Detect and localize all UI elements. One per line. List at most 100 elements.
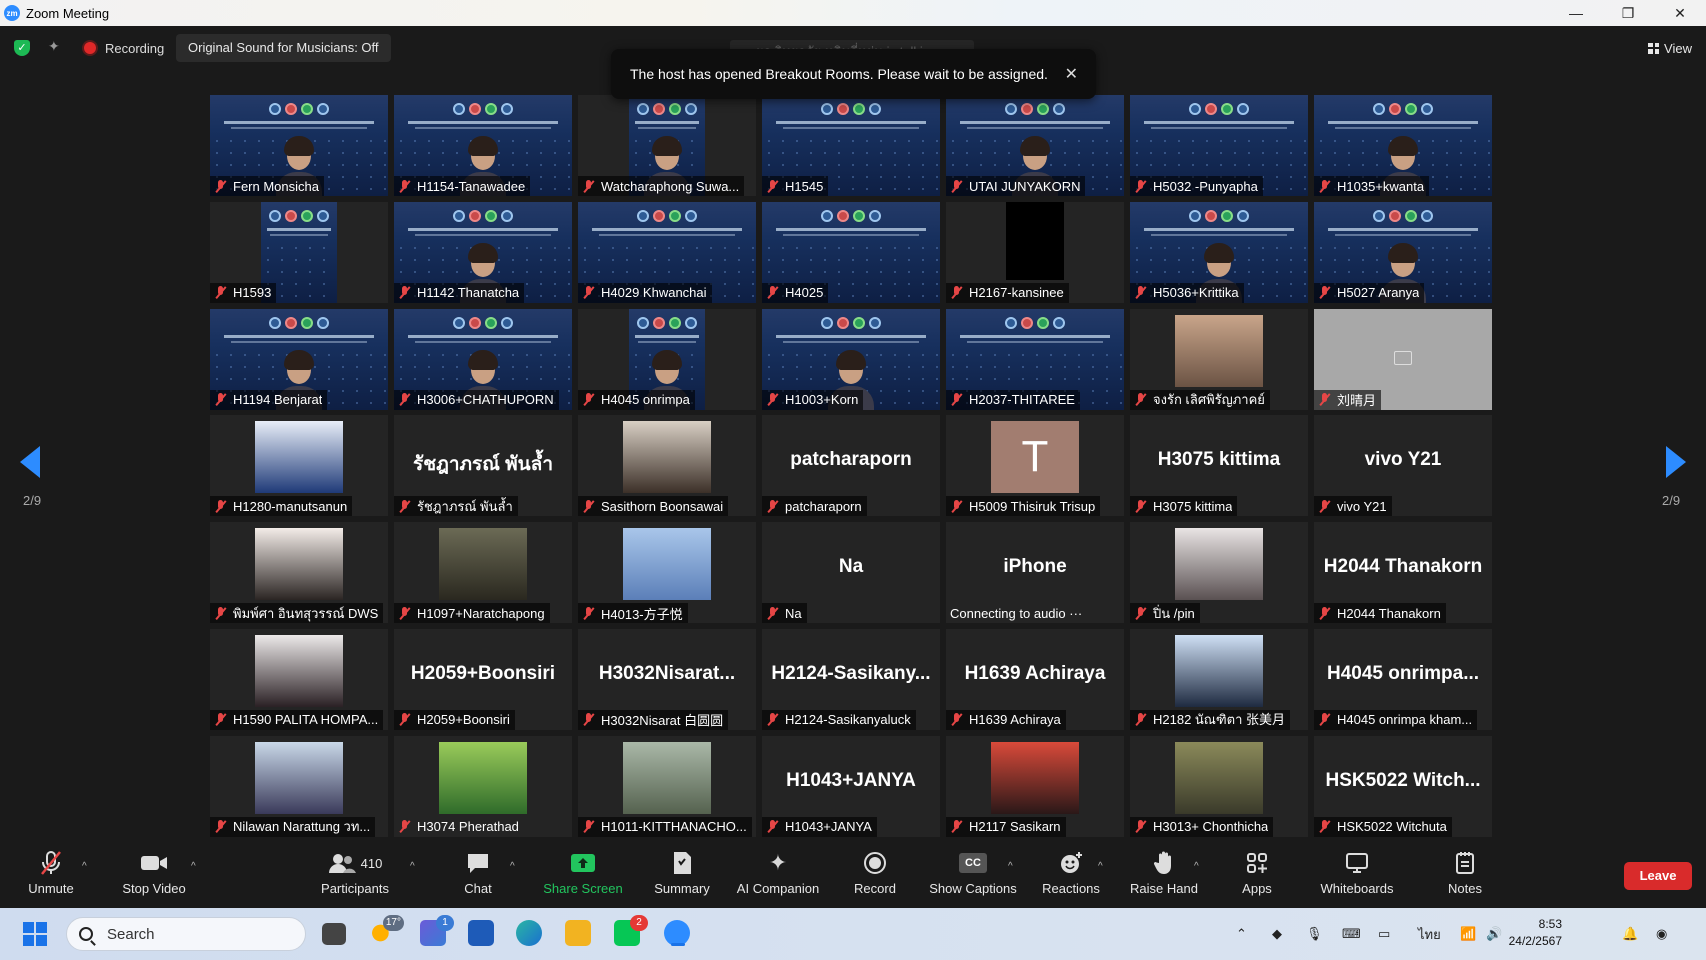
captions-options-caret-icon[interactable]: ^ — [1008, 861, 1013, 872]
audio-options-caret-icon[interactable]: ^ — [82, 861, 87, 872]
task-view-icon[interactable] — [322, 923, 346, 945]
participant-tile[interactable]: H1590 PALITA HOMPA... — [210, 628, 388, 730]
participant-tile[interactable]: H1097+Naratchapong — [394, 522, 572, 624]
whiteboards-button[interactable]: Whiteboards — [1316, 845, 1398, 907]
video-options-caret-icon[interactable]: ^ — [191, 861, 196, 872]
participant-tile[interactable]: T H5009 Thisiruk Trisup — [946, 415, 1124, 517]
display-tray-icon[interactable]: ▭ — [1378, 908, 1390, 960]
participant-tile[interactable]: H3013+ Chonthicha — [1130, 735, 1308, 837]
participants-options-caret-icon[interactable]: ^ — [410, 861, 415, 872]
participant-tile[interactable]: iPhone Connecting to audio ··· — [946, 522, 1124, 624]
weather-icon[interactable]: 17° — [370, 915, 404, 946]
teams-icon[interactable]: 1 — [420, 915, 454, 946]
participant-tile[interactable]: Na Na — [762, 522, 940, 624]
participant-tile[interactable]: H1639 Achiraya H1639 Achiraya — [946, 628, 1124, 730]
participant-tile[interactable]: 刘晴月 — [1314, 308, 1492, 410]
participant-tile[interactable]: H3006+CHATHUPORN — [394, 308, 572, 410]
participant-tile[interactable]: รัชฎาภรณ์ พันล้ำ รัชฎาภรณ์ พันล้ำ — [394, 415, 572, 517]
participant-tile[interactable]: Sasithorn Boonsawai — [578, 415, 756, 517]
participant-tile[interactable]: H4029 Khwanchai — [578, 201, 756, 303]
share-screen-button[interactable]: Share Screen — [543, 845, 623, 907]
participant-tile[interactable]: H3075 kittima H3075 kittima — [1130, 415, 1308, 517]
participant-tile[interactable]: H1154-Tanawadee — [394, 95, 572, 196]
participant-tile[interactable]: Fern Monsicha — [210, 95, 388, 196]
language-indicator[interactable]: ไทย — [1418, 908, 1441, 960]
participant-tile[interactable]: H3032Nisarat... H3032Nisarat 白圆圆 — [578, 628, 756, 730]
participant-tile[interactable]: H2167-kansinee — [946, 201, 1124, 303]
unmute-button[interactable]: Unmute — [24, 845, 78, 907]
summary-button[interactable]: Summary — [652, 845, 712, 907]
chat-options-caret-icon[interactable]: ^ — [510, 861, 515, 872]
participant-tile[interactable]: H1545 — [762, 95, 940, 196]
participant-tile[interactable]: H1011-KITTHANACHO... — [578, 735, 756, 837]
taskbar-clock[interactable]: 8:53 24/2/2567 — [1498, 916, 1562, 950]
participant-tile[interactable]: H5032 -Punyapha — [1130, 95, 1308, 196]
zoom-taskbar-icon[interactable] — [664, 920, 690, 946]
participant-tile[interactable]: H2182 นัณฑิตา 张美月 — [1130, 628, 1308, 730]
taskbar-search-box[interactable]: Search — [66, 917, 306, 951]
encryption-shield-icon[interactable]: ✓ — [14, 40, 30, 56]
participant-tile[interactable]: UTAI JUNYAKORN — [946, 95, 1124, 196]
ai-spark-icon[interactable]: ✦ — [48, 38, 60, 55]
wifi-icon[interactable]: 📶 — [1460, 908, 1476, 960]
participant-tile[interactable]: H1043+JANYA H1043+JANYA — [762, 735, 940, 837]
reactions-button[interactable]: Reactions — [1040, 845, 1102, 907]
participant-tile[interactable]: H1194 Benjarat — [210, 308, 388, 410]
participant-tile[interactable]: ปิ่น /pin — [1130, 522, 1308, 624]
participants-button[interactable]: 410 Participants — [318, 845, 392, 907]
participant-tile[interactable]: H2059+Boonsiri H2059+Boonsiri — [394, 628, 572, 730]
participant-tile[interactable]: H2044 Thanakorn H2044 Thanakorn — [1314, 522, 1492, 624]
close-button[interactable]: ✕ — [1654, 0, 1706, 26]
participant-tile[interactable]: Watcharaphong Suwa... — [578, 95, 756, 196]
participant-tile[interactable]: H5036+Krittika — [1130, 201, 1308, 303]
raise-hand-button[interactable]: Raise Hand — [1130, 845, 1198, 907]
leave-button[interactable]: Leave — [1624, 862, 1692, 890]
participant-tile[interactable]: Nilawan Narattung วท... — [210, 735, 388, 837]
participant-tile[interactable]: H1035+kwanta — [1314, 95, 1492, 196]
participant-tile[interactable]: H4025 — [762, 201, 940, 303]
participant-tile[interactable]: H3074 Pherathad — [394, 735, 572, 837]
file-explorer-icon[interactable] — [565, 920, 591, 946]
word-icon[interactable] — [468, 920, 494, 946]
participant-tile[interactable]: H1280-manutsanun — [210, 415, 388, 517]
previous-page-arrow-icon[interactable] — [20, 446, 40, 478]
participant-tile[interactable]: patcharaporn patcharaporn — [762, 415, 940, 517]
chat-button[interactable]: Chat — [462, 845, 494, 907]
participant-tile[interactable]: vivo Y21 vivo Y21 — [1314, 415, 1492, 517]
participant-tile[interactable]: HSK5022 Witch... HSK5022 Witchuta — [1314, 735, 1492, 837]
participant-tile[interactable]: H1593 — [210, 201, 388, 303]
notification-bell-icon[interactable]: 🔔 — [1622, 908, 1638, 960]
participant-tile[interactable]: H1003+Korn — [762, 308, 940, 410]
participant-tile[interactable]: H2124-Sasikany... H2124-Sasikanyaluck — [762, 628, 940, 730]
participant-tile[interactable]: H4045 onrimpa — [578, 308, 756, 410]
edge-browser-icon[interactable] — [516, 920, 542, 946]
participant-tile[interactable]: H5027 Aranya — [1314, 201, 1492, 303]
notification-close-icon[interactable]: ✕ — [1065, 64, 1078, 84]
participant-tile[interactable]: H2117 Sasikarn — [946, 735, 1124, 837]
next-page-arrow-icon[interactable] — [1666, 446, 1686, 478]
notes-button[interactable]: Notes — [1446, 845, 1484, 907]
reactions-options-caret-icon[interactable]: ^ — [1098, 861, 1103, 872]
copilot-icon[interactable]: ◉ — [1656, 908, 1667, 960]
participant-tile[interactable]: H4013-方子悦 — [578, 522, 756, 624]
original-sound-toggle[interactable]: Original Sound for Musicians: Off — [176, 34, 391, 62]
show-captions-button[interactable]: CC Show Captions — [928, 845, 1018, 907]
participant-tile[interactable]: จงรัก เลิศพิรัญภาคย์ — [1130, 308, 1308, 410]
line-app-icon[interactable]: 2 — [614, 915, 648, 946]
windows-start-icon[interactable] — [23, 922, 47, 946]
microphone-tray-icon[interactable]: 🎙 — [1306, 908, 1323, 960]
keyboard-tray-icon[interactable]: ⌨ — [1342, 908, 1361, 960]
participant-tile[interactable]: H4045 onrimpa... H4045 onrimpa kham... — [1314, 628, 1492, 730]
raise-hand-options-caret-icon[interactable]: ^ — [1194, 861, 1199, 872]
participant-tile[interactable]: พิมพ์ศา อินทสุวรรณ์ DWS — [210, 522, 388, 624]
restore-button[interactable]: ❐ — [1602, 0, 1654, 26]
minimize-button[interactable]: — — [1550, 0, 1602, 26]
participant-tile[interactable]: H1142 Thanatcha — [394, 201, 572, 303]
dropbox-tray-icon[interactable]: ◆ — [1272, 908, 1282, 960]
participant-tile[interactable]: H2037-THITAREE — [946, 308, 1124, 410]
ai-companion-button[interactable]: ✦ AI Companion — [735, 845, 821, 907]
record-button[interactable]: Record — [853, 845, 897, 907]
show-hidden-icons-chevron-icon[interactable]: ⌃ — [1236, 908, 1247, 960]
view-button[interactable]: View — [1648, 36, 1692, 60]
recording-indicator[interactable]: Recording — [84, 36, 164, 60]
